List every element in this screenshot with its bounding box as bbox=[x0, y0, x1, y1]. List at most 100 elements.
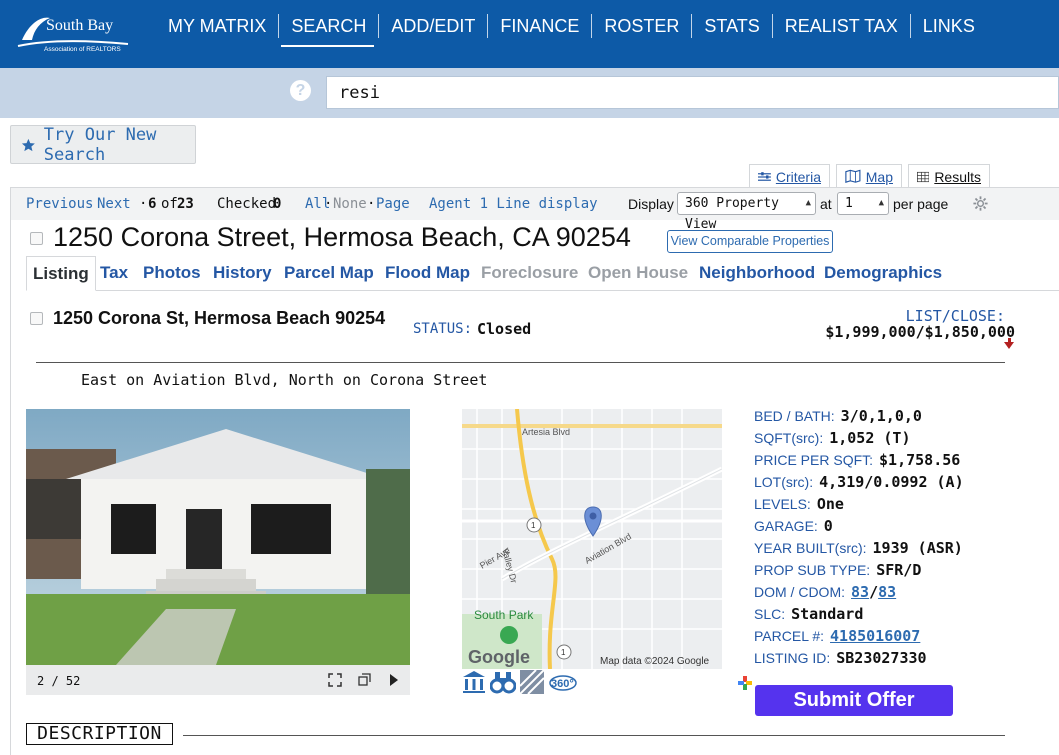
fact-row: BED / BATH: 3/0,1,0,0 bbox=[754, 407, 922, 425]
fact-value: 4185016007 bbox=[830, 627, 920, 645]
cdom-link[interactable]: 83 bbox=[878, 583, 896, 601]
tab-flood-map[interactable]: Flood Map bbox=[385, 256, 470, 291]
fact-row: YEAR BUILT(src): 1939 (ASR) bbox=[754, 539, 963, 557]
location-map[interactable]: Artesia Blvd Valley Dr Pier Ave Aviation… bbox=[462, 409, 722, 669]
map-tools: 360° bbox=[462, 670, 578, 696]
street-grid-icon[interactable] bbox=[520, 670, 544, 694]
select-page-link[interactable]: Page bbox=[376, 196, 410, 212]
logo-subtext: Association of REALTORS bbox=[44, 46, 121, 53]
dot-separator: · bbox=[324, 196, 333, 212]
tab-demographics[interactable]: Demographics bbox=[824, 256, 942, 291]
search-input[interactable] bbox=[326, 76, 1059, 109]
display-select[interactable]: 360 Property View ▲ bbox=[677, 192, 816, 232]
fact-row: SQFT(src): 1,052 (T) bbox=[754, 429, 911, 447]
nav-item-finance[interactable]: FINANCE bbox=[488, 14, 593, 38]
south-bay-logo[interactable]: South Bay Association of REALTORS bbox=[16, 10, 131, 54]
nav-item-links[interactable]: LINKS bbox=[911, 14, 987, 38]
tab-results-label: Results bbox=[934, 168, 981, 185]
dom-separator: / bbox=[869, 583, 879, 601]
tab-map-label: Map bbox=[865, 168, 893, 185]
result-total: 23 bbox=[177, 196, 194, 212]
tab-photos[interactable]: Photos bbox=[143, 256, 201, 291]
top-nav-bar: South Bay Association of REALTORS MY MAT… bbox=[0, 0, 1059, 68]
select-none-link[interactable]: None bbox=[333, 196, 367, 212]
tab-map[interactable]: Map bbox=[836, 164, 902, 188]
fact-value: 0 bbox=[823, 517, 833, 535]
fact-row: PROP SUB TYPE: SFR/D bbox=[754, 561, 921, 579]
tab-criteria[interactable]: Criteria bbox=[749, 164, 830, 188]
tab-history[interactable]: History bbox=[213, 256, 272, 291]
tab-criteria-label: Criteria bbox=[775, 168, 821, 185]
select-arrows-icon: ▲ bbox=[878, 198, 884, 208]
help-icon[interactable]: ? bbox=[290, 80, 311, 101]
try-new-search-button[interactable]: Try Our New Search bbox=[10, 124, 196, 165]
dom-link[interactable]: 83 bbox=[851, 583, 869, 601]
fact-row: PRICE PER SQFT: $1,758.56 bbox=[754, 451, 960, 469]
fact-row: GARAGE: 0 bbox=[754, 517, 833, 535]
checked-label: Checked bbox=[217, 196, 277, 212]
map-icon bbox=[845, 169, 861, 183]
public-records-icon[interactable] bbox=[462, 670, 486, 694]
select-arrows-icon: ▲ bbox=[805, 198, 811, 208]
nav-item-search[interactable]: SEARCH bbox=[279, 14, 380, 47]
view-comparable-button[interactable]: View Comparable Properties bbox=[667, 230, 833, 253]
tab-parcel-map[interactable]: Parcel Map bbox=[284, 256, 374, 291]
photo-controls: 2 / 52 bbox=[26, 665, 410, 695]
photo-counter: 2 / 52 bbox=[37, 674, 81, 688]
try-new-search-label: Try Our New Search bbox=[43, 124, 157, 165]
view-360-icon[interactable]: 360° bbox=[548, 670, 578, 694]
of-label: of bbox=[161, 196, 178, 212]
at-label: at bbox=[820, 196, 832, 212]
listing-short-address: 1250 Corona St, Hermosa Beach 90254 bbox=[53, 308, 386, 328]
star-icon bbox=[21, 138, 35, 151]
detail-tabs: Listing Tax Photos History Parcel Map Flood M… bbox=[26, 256, 1059, 291]
fact-label: GARAGE: bbox=[754, 518, 818, 534]
google-plus-icon bbox=[738, 676, 752, 690]
fact-label: PROP SUB TYPE: bbox=[754, 562, 871, 578]
map-label-artesia: Artesia Blvd bbox=[522, 427, 570, 437]
nav-item-roster[interactable]: ROSTER bbox=[592, 14, 693, 38]
nav-item-realist-tax[interactable]: REALIST TAX bbox=[773, 14, 911, 38]
fact-label: LEVELS: bbox=[754, 496, 811, 512]
fact-label: LISTING ID: bbox=[754, 650, 831, 666]
agent-display-link[interactable]: Agent 1 Line display bbox=[429, 196, 598, 212]
fact-row: DOM / CDOM: 83/83 bbox=[754, 583, 896, 601]
fact-label: SQFT(src): bbox=[754, 430, 824, 446]
tab-listing[interactable]: Listing bbox=[26, 256, 96, 291]
divider bbox=[183, 735, 1005, 736]
search-band: ? bbox=[0, 68, 1059, 118]
fact-label: SLC: bbox=[754, 606, 786, 622]
fact-value: SFR/D bbox=[876, 561, 922, 579]
per-page-select[interactable]: 1 ▲ bbox=[837, 192, 889, 215]
tab-tax[interactable]: Tax bbox=[100, 256, 128, 291]
listing-full-address: 1250 Corona Street, Hermosa Beach, CA 90… bbox=[53, 222, 631, 252]
next-link[interactable]: Next bbox=[97, 196, 131, 212]
binoculars-icon[interactable] bbox=[490, 670, 516, 694]
submit-offer-button[interactable]: Submit Offer bbox=[755, 685, 953, 716]
nav-item-stats[interactable]: STATS bbox=[692, 14, 773, 38]
fact-value: 83/83 bbox=[851, 583, 896, 601]
parcel-link[interactable]: 4185016007 bbox=[830, 627, 920, 645]
fact-row: LOT(src): 4,319/0.0992 (A) bbox=[754, 473, 964, 491]
popout-icon[interactable] bbox=[358, 673, 371, 686]
fact-row: PARCEL #: 4185016007 bbox=[754, 627, 920, 645]
gear-icon[interactable] bbox=[972, 195, 989, 212]
listing-checkbox[interactable] bbox=[30, 232, 43, 245]
summary-checkbox[interactable] bbox=[30, 312, 43, 325]
fullscreen-icon[interactable] bbox=[328, 673, 342, 687]
per-page-value: 1 bbox=[845, 196, 853, 211]
tab-neighborhood[interactable]: Neighborhood bbox=[699, 256, 815, 291]
nav-item-my-matrix[interactable]: MY MATRIX bbox=[156, 14, 280, 38]
play-icon[interactable] bbox=[389, 674, 399, 686]
map-label-route: 1 bbox=[531, 521, 536, 530]
tab-results[interactable]: Results bbox=[908, 164, 990, 188]
tab-open-house[interactable]: Open House bbox=[588, 256, 688, 291]
view-360-label: 360° bbox=[551, 678, 574, 690]
nav-item-add-edit[interactable]: ADD/EDIT bbox=[379, 14, 489, 38]
fact-label: PARCEL #: bbox=[754, 628, 825, 644]
listing-photo[interactable] bbox=[26, 409, 410, 665]
status-value: Closed bbox=[477, 320, 532, 338]
fact-row: LISTING ID: SB23027330 bbox=[754, 649, 927, 667]
previous-link[interactable]: Previous bbox=[26, 196, 93, 212]
tab-foreclosure[interactable]: Foreclosure bbox=[481, 256, 578, 291]
